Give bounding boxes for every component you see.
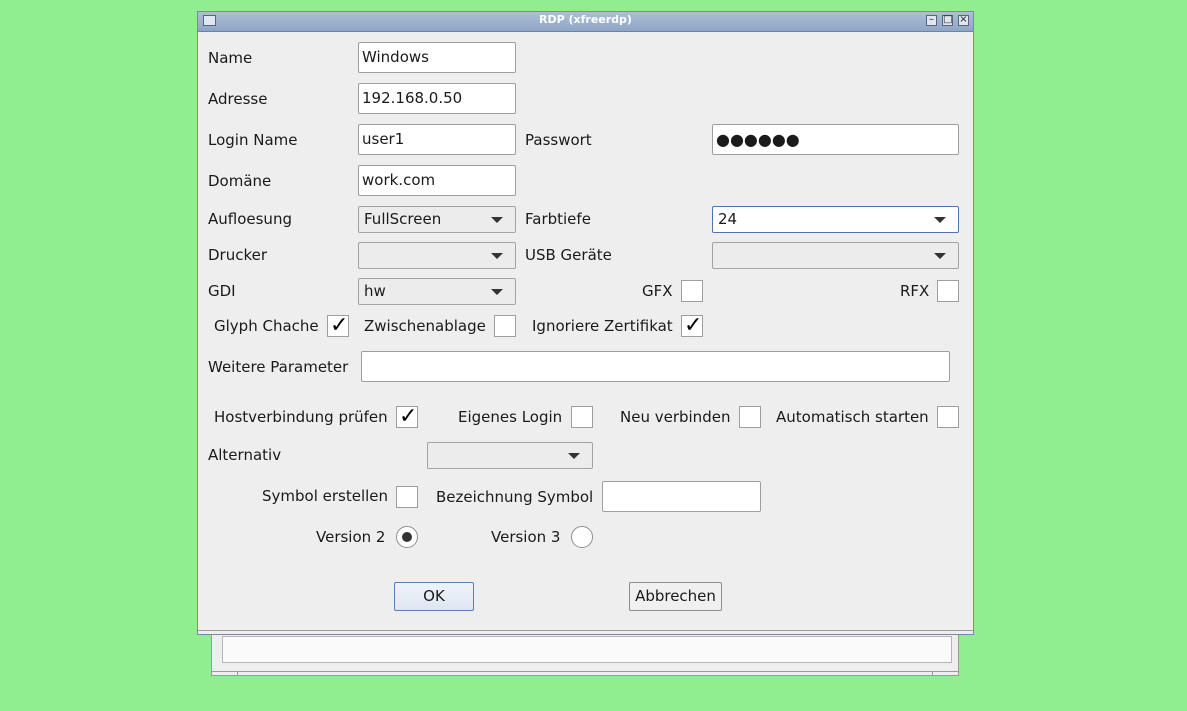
password-label: Passwort (525, 131, 592, 149)
name-field[interactable]: Windows (358, 42, 516, 73)
dialog-bottom-frame (198, 630, 973, 634)
glyph-cache-label: Glyph Chache (214, 317, 319, 335)
name-label: Name (208, 49, 253, 67)
rdp-dialog: RDP (xfreerdp) – □ × Name Windows Adress… (197, 11, 974, 635)
autostart-label: Automatisch starten (776, 408, 929, 426)
login-name-field[interactable]: user1 (358, 124, 516, 155)
title-bar[interactable]: RDP (xfreerdp) – □ × (198, 12, 973, 32)
ignore-certificate-label: Ignoriere Zertifikat (532, 317, 673, 335)
background-window-frame (212, 671, 958, 675)
alternative-label: Alternativ (208, 446, 282, 464)
background-window (211, 632, 959, 676)
close-icon: × (959, 14, 968, 25)
autostart-checkbox[interactable] (937, 406, 959, 428)
gfx-label: GFX (642, 282, 673, 300)
cancel-button[interactable]: Abbrechen (629, 582, 722, 611)
version-3-radio[interactable] (571, 526, 593, 548)
version-2-radio[interactable] (396, 526, 418, 548)
symbol-name-label: Bezeichnung Symbol (436, 488, 594, 506)
create-symbol-label: Symbol erstellen (262, 487, 389, 505)
radio-selected-dot (402, 532, 412, 542)
rfx-checkbox[interactable] (937, 280, 959, 302)
chevron-down-icon (491, 289, 503, 295)
chevron-down-icon (491, 217, 503, 223)
gdi-label: GDI (208, 282, 236, 300)
login-name-label: Login Name (208, 131, 298, 149)
clipboard-checkbox[interactable] (494, 315, 516, 337)
own-login-checkbox[interactable] (571, 406, 593, 428)
chevron-down-icon (934, 217, 946, 223)
domain-label: Domäne (208, 172, 272, 190)
version-3-label: Version 3 (491, 528, 561, 546)
reconnect-checkbox[interactable] (739, 406, 761, 428)
frame-tick (932, 671, 933, 675)
alternative-select[interactable] (427, 442, 593, 469)
clipboard-label: Zwischenablage (364, 317, 486, 335)
gdi-select[interactable]: hw (358, 278, 516, 305)
minimize-button[interactable]: – (926, 14, 937, 26)
host-check-label: Hostverbindung prüfen (214, 408, 388, 426)
extra-params-label: Weitere Parameter (208, 358, 349, 376)
create-symbol-checkbox[interactable] (396, 486, 418, 508)
password-field[interactable]: ●●●●●● (712, 124, 959, 155)
usb-devices-label: USB Geräte (525, 246, 612, 264)
minimize-icon: – (929, 14, 934, 25)
chevron-down-icon (568, 453, 580, 459)
extra-params-field[interactable] (361, 351, 950, 382)
gdi-value: hw (364, 282, 386, 300)
glyph-cache-checkbox[interactable]: ✓ (327, 313, 349, 338)
check-icon: ✓ (330, 313, 349, 338)
maximize-icon: □ (943, 14, 953, 25)
maximize-button[interactable]: □ (942, 14, 953, 26)
close-button[interactable]: × (958, 14, 969, 26)
symbol-name-field[interactable] (602, 481, 761, 512)
printer-select[interactable] (358, 242, 516, 269)
resolution-label: Aufloesung (208, 210, 292, 228)
chevron-down-icon (934, 253, 946, 259)
frame-tick (237, 671, 238, 675)
address-field[interactable]: 192.168.0.50 (358, 83, 516, 114)
printer-label: Drucker (208, 246, 268, 264)
check-icon: ✓ (399, 404, 418, 429)
gfx-checkbox[interactable] (681, 280, 703, 302)
color-depth-value: 24 (718, 210, 738, 228)
host-check-checkbox[interactable]: ✓ (396, 404, 418, 429)
version-2-label: Version 2 (316, 528, 386, 546)
rfx-label: RFX (900, 282, 930, 300)
reconnect-label: Neu verbinden (620, 408, 731, 426)
color-depth-label: Farbtiefe (525, 210, 591, 228)
usb-devices-select[interactable] (712, 242, 959, 269)
color-depth-select[interactable]: 24 (712, 206, 959, 233)
check-icon: ✓ (684, 313, 703, 338)
chevron-down-icon (491, 253, 503, 259)
background-window-field[interactable] (222, 636, 952, 663)
resolution-value: FullScreen (364, 210, 442, 228)
address-label: Adresse (208, 90, 268, 108)
window-title: RDP (xfreerdp) (539, 13, 632, 26)
own-login-label: Eigenes Login (458, 408, 563, 426)
domain-field[interactable]: work.com (358, 165, 516, 196)
ignore-certificate-checkbox[interactable]: ✓ (681, 313, 703, 338)
resolution-select[interactable]: FullScreen (358, 206, 516, 233)
ok-button[interactable]: OK (394, 582, 474, 611)
